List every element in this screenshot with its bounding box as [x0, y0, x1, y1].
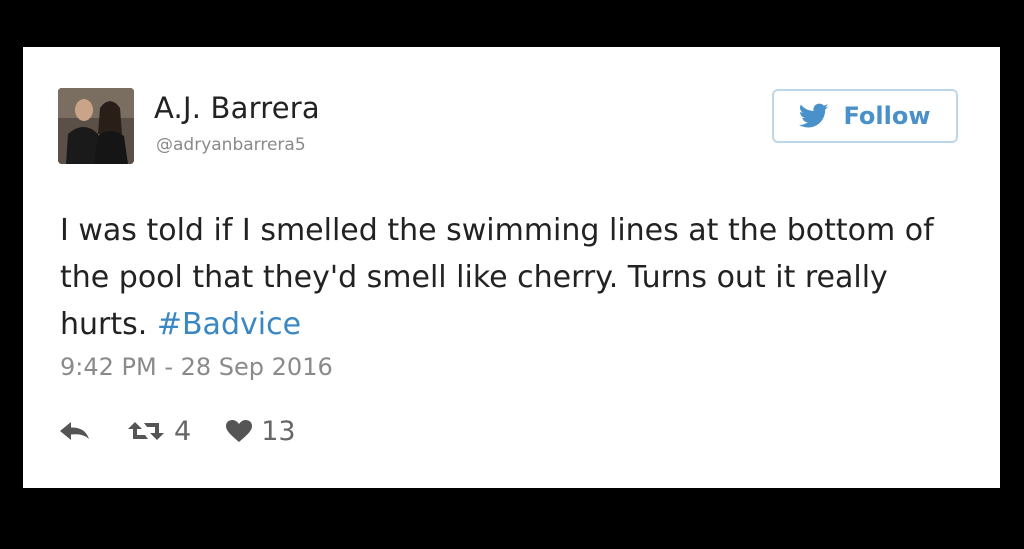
author-name[interactable]: A.J. Barrera [154, 91, 320, 125]
tweet-text: I was told if I smelled the swimming lin… [60, 207, 960, 348]
author-handle[interactable]: @adryanbarrera5 [156, 135, 306, 155]
hashtag-link[interactable]: #Badvice [157, 307, 301, 342]
retweet-button[interactable]: 4 [126, 416, 191, 447]
follow-label: Follow [843, 102, 931, 130]
reply-button[interactable] [58, 419, 92, 443]
like-button[interactable]: 13 [225, 415, 296, 447]
reply-icon [60, 422, 89, 440]
follow-button[interactable]: Follow [772, 89, 958, 143]
avatar-photo [58, 88, 134, 164]
avatar[interactable] [58, 88, 134, 164]
tweet-actions: 4 13 [58, 411, 330, 451]
twitter-bird-icon [799, 103, 829, 128]
tweet-timestamp[interactable]: 9:42 PM - 28 Sep 2016 [60, 353, 333, 381]
like-count: 13 [261, 415, 296, 447]
heart-icon [226, 420, 253, 442]
tweet-card: A.J. Barrera @adryanbarrera5 Follow I wa… [23, 47, 1000, 488]
retweet-count: 4 [174, 415, 192, 447]
retweet-icon [128, 422, 164, 440]
